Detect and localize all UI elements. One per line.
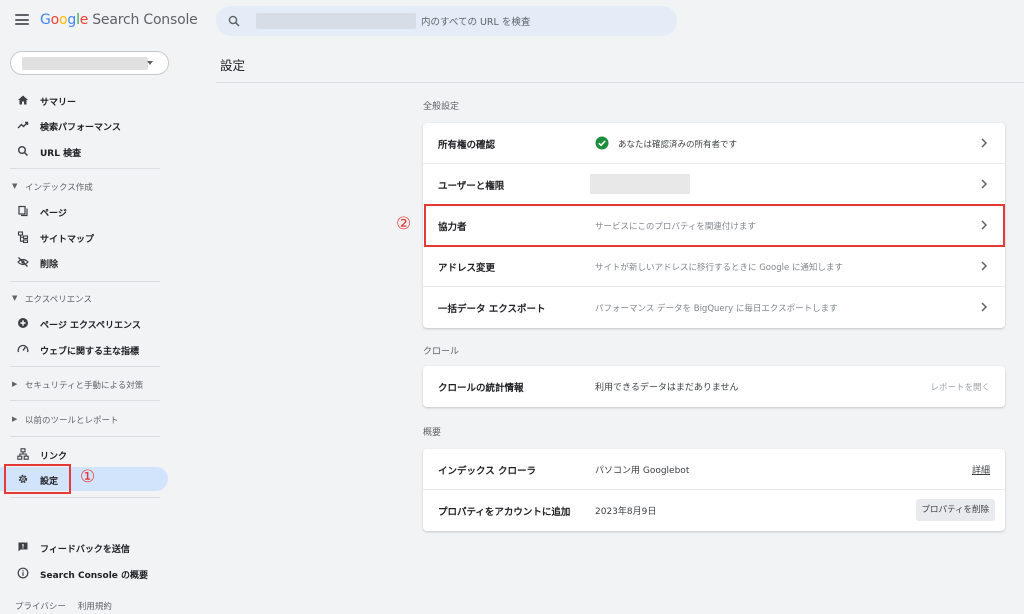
- search-placeholder: 内のすべての URL を検査: [421, 17, 531, 28]
- speed-icon: [17, 344, 29, 353]
- sidebar-section-legacy[interactable]: ▶ 以前のツールとレポート: [0, 409, 168, 429]
- chevron-right-icon: [981, 261, 988, 271]
- sidebar-item-pages[interactable]: ページ: [0, 199, 168, 223]
- sidebar-divider: [10, 281, 160, 282]
- sidebar-item-sitemaps[interactable]: サイトマップ: [0, 225, 168, 249]
- sidebar-item-removals[interactable]: 削除: [0, 250, 168, 274]
- section-label-general: 全般設定: [423, 102, 460, 112]
- settings-row-indexing-crawler: インデックス クローラ パソコン用 Googlebot 詳細: [423, 449, 1005, 490]
- sidebar-divider: [10, 366, 160, 367]
- product-name: Search Console: [92, 12, 198, 28]
- search-icon: [228, 15, 240, 27]
- search-icon: [18, 146, 29, 157]
- app-logo[interactable]: Google Search Console: [40, 12, 198, 28]
- chevron-right-icon: ▶: [12, 380, 18, 388]
- sidebar-section-indexing[interactable]: ▼ インデックス作成: [0, 176, 168, 196]
- settings-row-crawl-stats[interactable]: クロールの統計情報 利用できるデータはまだありません レポートを開く: [423, 366, 1005, 407]
- footer-links: プライバシー 利用規約: [15, 600, 124, 612]
- redacted-domain: [256, 13, 416, 29]
- pages-icon: [18, 205, 28, 217]
- settings-row-bulk-export[interactable]: 一括データ エクスポート パフォーマンス データを BigQuery に毎日エク…: [423, 287, 1005, 328]
- page-title: 設定: [220, 58, 246, 73]
- chevron-right-icon: [981, 179, 988, 189]
- annotation-marker-2: ②: [396, 214, 412, 234]
- sidebar-item-url-inspection[interactable]: URL 検査: [0, 139, 168, 163]
- remove-property-button[interactable]: プロパティを削除: [915, 499, 995, 521]
- gear-icon: [18, 474, 28, 484]
- chevron-down-icon: ▼: [12, 182, 18, 190]
- settings-row-change-of-address[interactable]: アドレス変更 サイトが新しいアドレスに移行するときに Google に通知します: [423, 246, 1005, 287]
- sidebar-item-feedback[interactable]: フィードバックを送信: [0, 535, 168, 559]
- check-circle-icon: [595, 136, 609, 150]
- privacy-link[interactable]: プライバシー: [15, 602, 66, 612]
- sidebar-divider: [10, 168, 160, 169]
- section-label-overview: 概要: [423, 428, 442, 438]
- settings-row-ownership[interactable]: 所有権の確認 あなたは確認済みの所有者です: [423, 123, 1005, 164]
- property-selector[interactable]: [10, 51, 169, 75]
- terms-link[interactable]: 利用規約: [78, 602, 112, 612]
- header-divider: [216, 82, 1024, 83]
- overview-card: インデックス クローラ パソコン用 Googlebot 詳細 プロパティをアカウ…: [423, 449, 1005, 531]
- redacted-property: [22, 57, 148, 70]
- sidebar-divider: [10, 497, 160, 498]
- crawl-card: クロールの統計情報 利用できるデータはまだありません レポートを開く: [423, 366, 1005, 407]
- chevron-right-icon: [981, 138, 988, 148]
- sidebar-divider: [10, 400, 160, 401]
- feedback-icon: [18, 542, 28, 552]
- add-circle-icon: [18, 318, 28, 328]
- redacted-value: [590, 174, 690, 194]
- annotation-marker-1: ①: [80, 467, 96, 487]
- top-bar: Google Search Console 内のすべての URL を検査: [0, 0, 1024, 42]
- info-icon: [17, 567, 29, 579]
- sidebar-item-core-web-vitals[interactable]: ウェブに関する主な指標: [0, 337, 168, 361]
- open-report-link[interactable]: レポートを開く: [930, 381, 990, 393]
- sidebar-item-about[interactable]: Search Console の概要: [0, 561, 168, 585]
- links-icon: [17, 448, 29, 460]
- trending-up-icon: [17, 121, 29, 129]
- visibility-off-icon: [17, 257, 29, 267]
- section-label-crawl: クロール: [423, 347, 460, 357]
- settings-row-users[interactable]: ユーザーと権限: [423, 164, 1005, 205]
- general-settings-card: 所有権の確認 あなたは確認済みの所有者です ユーザーと権限 協力者 サービスにこ…: [423, 123, 1005, 328]
- sidebar-item-page-experience[interactable]: ページ エクスペリエンス: [0, 311, 168, 335]
- sidebar-item-links[interactable]: リンク: [0, 442, 168, 466]
- sidebar-divider: [10, 436, 160, 437]
- home-icon: [18, 95, 28, 105]
- sidebar-section-security[interactable]: ▶ セキュリティと手動による対策: [0, 374, 168, 394]
- menu-icon[interactable]: [15, 14, 29, 25]
- settings-row-associations[interactable]: 協力者 サービスにこのプロパティを関連付けます: [423, 205, 1005, 246]
- url-inspection-search[interactable]: 内のすべての URL を検査: [216, 6, 677, 36]
- chevron-right-icon: [981, 302, 988, 312]
- sitemap-icon: [17, 231, 29, 243]
- details-link[interactable]: 詳細: [972, 463, 990, 476]
- chevron-down-icon: ▼: [12, 294, 18, 302]
- chevron-right-icon: ▶: [12, 415, 18, 423]
- sidebar-section-experience[interactable]: ▼ エクスペリエンス: [0, 288, 168, 308]
- settings-row-property-added: プロパティをアカウントに追加 2023年8月9日 プロパティを削除: [423, 490, 1005, 531]
- sidebar-item-summary[interactable]: サマリー: [0, 88, 168, 112]
- chevron-right-icon: [981, 220, 988, 230]
- chevron-down-icon: [147, 61, 153, 65]
- sidebar-item-performance[interactable]: 検索パフォーマンス: [0, 113, 168, 137]
